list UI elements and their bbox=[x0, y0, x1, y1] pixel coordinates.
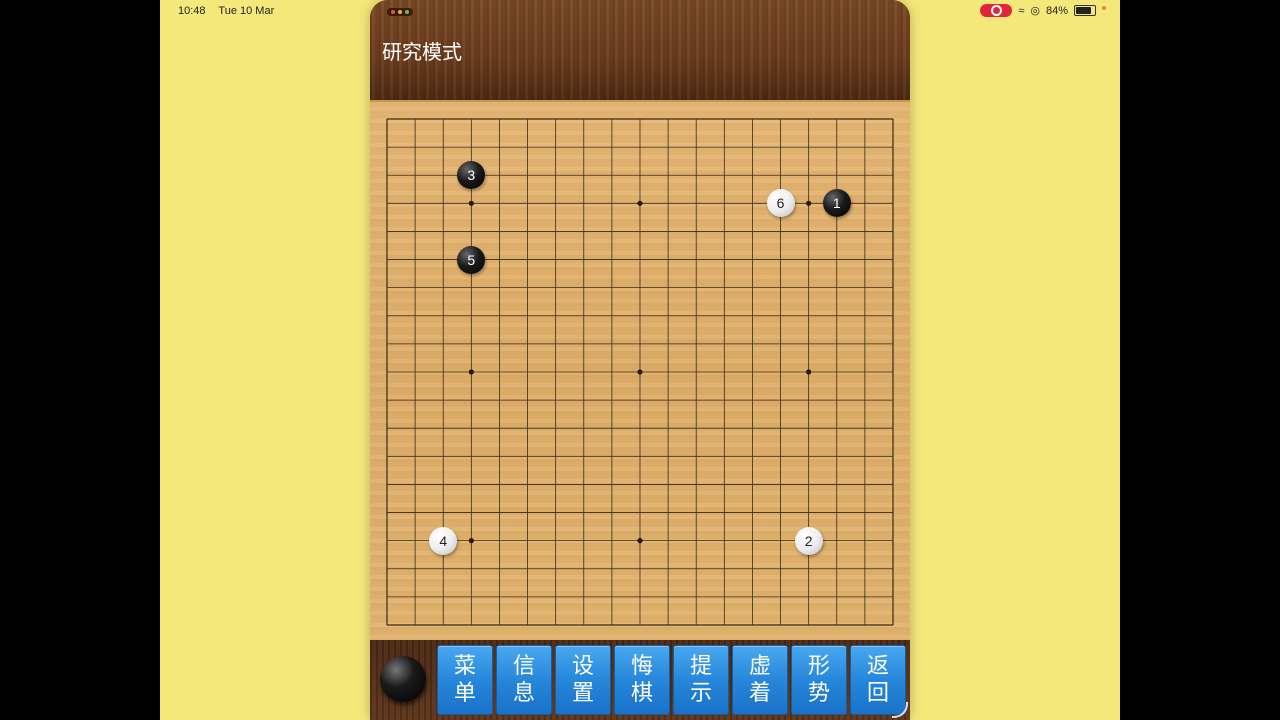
star-point bbox=[468, 538, 474, 544]
white-stone-move-6: 6 bbox=[766, 189, 795, 218]
settings-button-label-top: 设 bbox=[571, 654, 594, 679]
pass-button[interactable]: 虚着 bbox=[732, 645, 788, 715]
star-point bbox=[637, 538, 643, 544]
hint-button[interactable]: 提示 bbox=[673, 645, 729, 715]
pass-button-label-bottom: 着 bbox=[748, 681, 771, 706]
screen-recording-icon[interactable] bbox=[980, 4, 1013, 17]
black-stone-move-1: 1 bbox=[822, 189, 851, 218]
info-button[interactable]: 信息 bbox=[496, 645, 552, 715]
territory-button-label-top: 形 bbox=[807, 654, 830, 679]
star-point bbox=[806, 200, 812, 206]
screen: 10:48 Tue 10 Mar ≈ ◎ 84% 研究模式 123456 菜单信… bbox=[160, 0, 1120, 720]
battery-icon bbox=[1074, 5, 1096, 16]
settings-button-label-bottom: 置 bbox=[571, 681, 594, 706]
star-point bbox=[637, 369, 643, 375]
undo-button-label-top: 悔 bbox=[630, 654, 653, 679]
hint-button-label-bottom: 示 bbox=[689, 681, 712, 706]
menu-button-label-top: 菜 bbox=[453, 654, 476, 679]
recording-indicator-dot bbox=[1102, 5, 1106, 10]
star-point bbox=[468, 200, 474, 206]
pass-button-label-top: 虚 bbox=[748, 654, 771, 679]
bottom-toolbar: 菜单信息设置悔棋提示虚着形势返回 bbox=[370, 640, 910, 720]
wifi-icon: ≈ bbox=[1018, 4, 1025, 17]
title-bar: 研究模式 bbox=[370, 0, 910, 100]
settings-button[interactable]: 设置 bbox=[555, 645, 611, 715]
territory-button-label-bottom: 势 bbox=[807, 681, 830, 706]
menu-button-label-bottom: 单 bbox=[453, 681, 476, 706]
page-title: 研究模式 bbox=[382, 40, 462, 64]
menu-button[interactable]: 菜单 bbox=[437, 645, 493, 715]
status-time: 10:48 bbox=[178, 5, 206, 17]
undo-button-label-bottom: 棋 bbox=[630, 681, 653, 706]
go-app-window: 研究模式 123456 菜单信息设置悔棋提示虚着形势返回 bbox=[370, 0, 910, 720]
battery-percent: 84% bbox=[1045, 4, 1068, 17]
status-bar-left: 10:48 Tue 10 Mar bbox=[178, 5, 284, 17]
status-bar-right: ≈ ◎ 84% bbox=[980, 4, 1106, 17]
white-stone-move-4: 4 bbox=[429, 526, 458, 555]
go-board[interactable]: 123456 bbox=[370, 100, 910, 642]
star-point bbox=[637, 200, 643, 206]
location-icon: ◎ bbox=[1030, 5, 1040, 17]
undo-button[interactable]: 悔棋 bbox=[614, 645, 670, 715]
board-grid bbox=[386, 118, 894, 626]
back-button-label-top: 返 bbox=[866, 654, 889, 679]
current-turn-black-stone-icon bbox=[380, 656, 426, 702]
star-point bbox=[806, 369, 812, 375]
white-stone-move-2: 2 bbox=[794, 526, 823, 555]
territory-button[interactable]: 形势 bbox=[791, 645, 847, 715]
black-stone-move-5: 5 bbox=[457, 245, 486, 274]
status-date: Tue 10 Mar bbox=[218, 5, 275, 17]
info-button-label-top: 信 bbox=[512, 654, 535, 679]
star-point bbox=[468, 369, 474, 375]
resize-handle-icon bbox=[892, 702, 908, 718]
hint-button-label-top: 提 bbox=[689, 654, 712, 679]
window-controls[interactable] bbox=[387, 8, 413, 16]
back-button-label-bottom: 回 bbox=[866, 681, 889, 706]
info-button-label-bottom: 息 bbox=[512, 681, 535, 706]
